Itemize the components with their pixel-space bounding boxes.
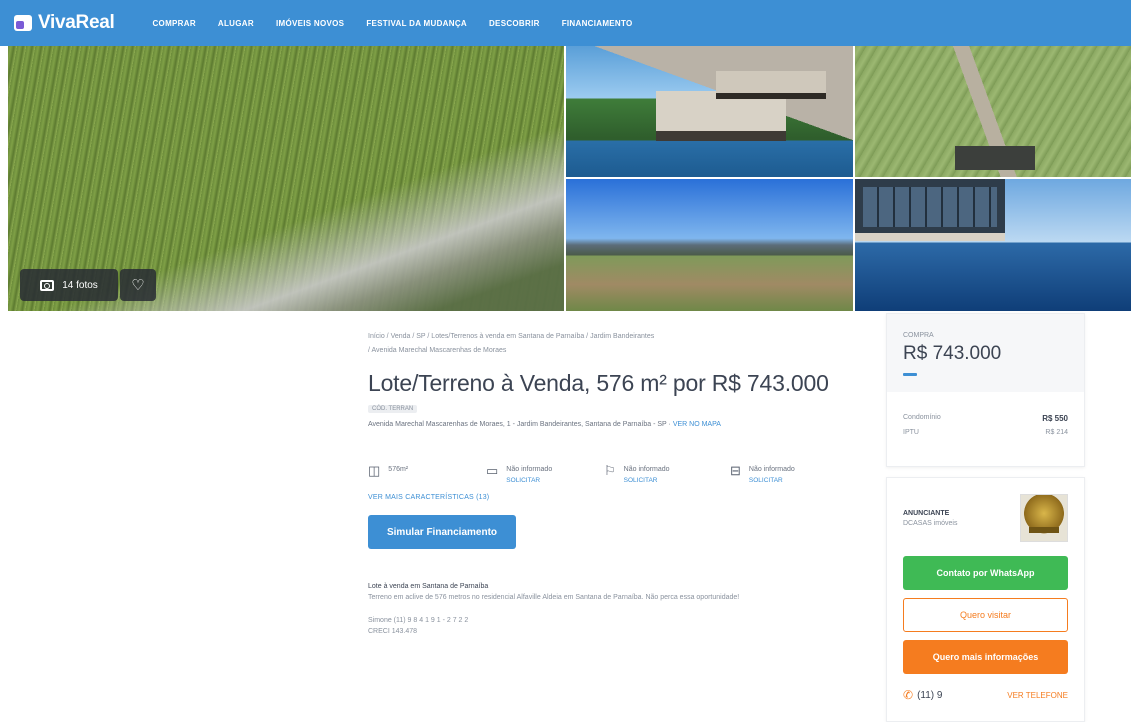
listing-code-badge: CÓD. TERRAN — [368, 405, 418, 413]
nav-item-comprar[interactable]: COMPRAR — [152, 19, 195, 28]
phone-icon: ✆ — [903, 688, 914, 702]
top-header: VivaReal COMPRAR ALUGAR IMÓVEIS NOVOS FE… — [0, 0, 1131, 46]
price-value: R$ 743.000 — [903, 343, 1002, 364]
breadcrumb-line-1[interactable]: Início / Venda / SP / Lotes/Terrenos à v… — [368, 330, 788, 344]
nav-item-descobrir[interactable]: DESCOBRIR — [489, 19, 540, 28]
car-icon: ⊟ — [730, 463, 741, 478]
feature-parking: ⊟ Não informado SOLICITAR — [730, 464, 840, 486]
view-photos-button[interactable]: 14 fotos — [20, 269, 118, 301]
description-contact-phone: Simone (11) 9 8 4 1 9 1 - 2 7 2 2 — [368, 617, 469, 624]
breadcrumb-line-2[interactable]: / Avenida Marechal Mascarenhas de Moraes — [368, 344, 788, 358]
more-features-link[interactable]: VER MAIS CARACTERÍSTICAS (13) — [368, 494, 853, 501]
iptu-value: R$ 214 — [1045, 429, 1068, 436]
heart-icon: ♡ — [131, 276, 145, 294]
advertiser-header: ANUNCIANTE DCASAS imóveis — [903, 494, 1068, 542]
gallery-photo-pool[interactable] — [855, 179, 1131, 311]
condo-fee-row: Condomínio R$ 550 — [887, 414, 1084, 423]
advertiser-name[interactable]: DCASAS imóveis — [903, 520, 957, 527]
whatsapp-contact-button[interactable]: Contato por WhatsApp — [903, 556, 1068, 590]
photo-gallery: 14 fotos ♡ — [8, 46, 1131, 311]
nav-item-alugar[interactable]: ALUGAR — [218, 19, 254, 28]
page-title: Lote/Terreno à Venda, 576 m² por R$ 743.… — [368, 370, 829, 396]
feature-parking-request-link[interactable]: SOLICITAR — [749, 475, 795, 486]
description-contact: Simone (11) 9 8 4 1 9 1 - 2 7 2 2 CRECI … — [368, 615, 853, 637]
area-icon: ◫ — [368, 463, 381, 478]
nav-item-financiamento[interactable]: FINANCIAMENTO — [562, 19, 633, 28]
feature-parking-value: Não informado — [748, 466, 795, 473]
feature-bedrooms-value: Não informado — [506, 466, 553, 473]
phone-number-partial: (11) 9 — [917, 689, 943, 701]
price-card: COMPRA R$ 743.000 Condomínio R$ 550 IPTU… — [886, 313, 1085, 467]
request-info-button[interactable]: Quero mais informações — [903, 640, 1068, 674]
price-underline — [903, 373, 917, 376]
gallery-photo-building[interactable] — [566, 46, 853, 177]
breadcrumb[interactable]: Início / Venda / SP / Lotes/Terrenos à v… — [368, 330, 788, 358]
feature-bedrooms: ▭ Não informado SOLICITAR — [486, 464, 604, 486]
gallery-photo-landscape[interactable] — [566, 179, 853, 311]
listing-details: Início / Venda / SP / Lotes/Terrenos à v… — [368, 330, 853, 637]
condo-fee-value: R$ 550 — [1042, 414, 1068, 423]
advertiser-card: ANUNCIANTE DCASAS imóveis Contato por Wh… — [886, 477, 1085, 722]
feature-bathrooms: ⚐ Não informado SOLICITAR — [604, 464, 730, 486]
photo-pool-glass — [863, 187, 997, 227]
logo-text: VivaReal — [38, 12, 115, 33]
logo-mark-icon — [14, 15, 32, 31]
schedule-visit-button[interactable]: Quero visitar — [903, 598, 1068, 632]
simulate-financing-button[interactable]: Simular Financiamento — [368, 515, 516, 549]
view-map-link[interactable]: VER NO MAPA — [673, 421, 721, 428]
nav-item-imoveis-novos[interactable]: IMÓVEIS NOVOS — [276, 19, 344, 28]
gallery-photo-aerial[interactable] — [855, 46, 1131, 177]
favorite-button[interactable]: ♡ — [120, 269, 156, 301]
phone-row: ✆ (11) 9 VER TELEFONE — [903, 688, 1068, 702]
photo-building-top — [716, 71, 826, 99]
advertiser-logo[interactable] — [1020, 494, 1068, 542]
vivareal-logo[interactable]: VivaReal — [14, 12, 115, 34]
address-text: Avenida Marechal Mascarenhas de Moraes, … — [368, 421, 667, 428]
nav-item-festival[interactable]: FESTIVAL DA MUDANÇA — [366, 19, 467, 28]
iptu-row: IPTU R$ 214 — [887, 429, 1084, 436]
description-contact-creci: CRECI 143.478 — [368, 628, 418, 635]
condo-fee-label: Condomínio — [903, 414, 941, 421]
listing-page: VivaReal COMPRAR ALUGAR IMÓVEIS NOVOS FE… — [0, 0, 1131, 722]
price-header: COMPRA R$ 743.000 — [887, 314, 1084, 392]
feature-list: ◫ 576m² ▭ Não informado SOLICITAR ⚐ Não … — [368, 464, 853, 486]
feature-bedrooms-request-link[interactable]: SOLICITAR — [506, 475, 552, 486]
price-label: COMPRA — [903, 332, 934, 339]
iptu-label: IPTU — [903, 429, 919, 436]
feature-bathrooms-value: Não informado — [623, 466, 670, 473]
camera-icon — [40, 279, 55, 291]
feature-bathrooms-request-link[interactable]: SOLICITAR — [624, 475, 670, 486]
feature-area: ◫ 576m² — [368, 464, 486, 486]
advertiser-label: ANUNCIANTE — [903, 509, 950, 517]
main-nav: COMPRAR ALUGAR IMÓVEIS NOVOS FESTIVAL DA… — [152, 19, 632, 28]
description-body: Terreno em aclive de 576 metros no resid… — [368, 594, 740, 601]
listing-address: Avenida Marechal Mascarenhas de Moraes, … — [368, 421, 721, 428]
photos-count-label: 14 fotos — [62, 279, 98, 291]
feature-area-value: 576m² — [388, 466, 409, 473]
bed-icon: ▭ — [486, 463, 499, 478]
shower-icon: ⚐ — [604, 463, 616, 478]
show-phone-link[interactable]: VER TELEFONE — [1007, 691, 1068, 700]
photo-aerial-roof — [955, 146, 1035, 170]
description-title: Lote à venda em Santana de Parnaíba — [368, 583, 489, 590]
